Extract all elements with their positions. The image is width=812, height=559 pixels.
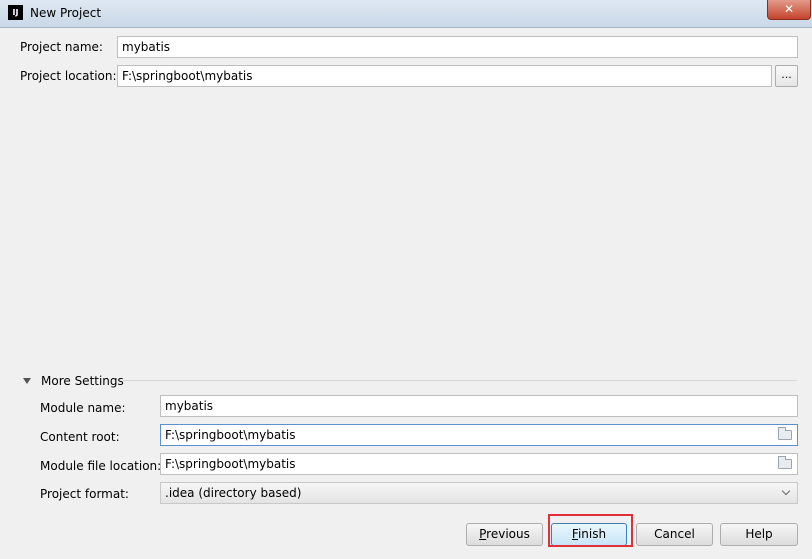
module-name-label: Module name: (40, 401, 126, 415)
chevron-down-icon (781, 486, 791, 496)
project-format-select[interactable]: .idea (directory based) (160, 482, 798, 504)
window-title: New Project (30, 6, 102, 20)
content-root-label: Content root: (40, 430, 120, 444)
title-bar: IJ New Project ✕ (0, 0, 812, 28)
section-divider (123, 380, 797, 381)
folder-icon[interactable] (778, 427, 792, 440)
content-root-input[interactable]: F:\springboot\mybatis (160, 424, 798, 446)
project-format-value: .idea (directory based) (165, 486, 302, 500)
folder-icon[interactable] (778, 456, 792, 469)
browse-location-button[interactable]: ... (775, 65, 798, 87)
cancel-button[interactable]: Cancel (636, 523, 713, 546)
content-root-value: F:\springboot\mybatis (165, 428, 296, 442)
module-file-location-input[interactable]: F:\springboot\mybatis (160, 453, 798, 475)
collapse-triangle-icon (23, 378, 31, 384)
project-format-label: Project format: (40, 487, 129, 501)
close-button[interactable]: ✕ (767, 0, 811, 20)
project-name-input[interactable]: mybatis (117, 36, 798, 58)
module-name-input[interactable]: mybatis (160, 395, 798, 417)
finish-button[interactable]: Finish (551, 523, 627, 546)
project-location-label: Project location: (20, 69, 117, 83)
help-button[interactable]: Help (720, 523, 798, 546)
module-file-location-value: F:\springboot\mybatis (165, 457, 296, 471)
previous-button[interactable]: Previous (466, 523, 543, 546)
intellij-icon: IJ (8, 5, 23, 20)
more-settings-label: More Settings (41, 374, 124, 388)
project-location-input[interactable]: F:\springboot\mybatis (117, 65, 772, 87)
module-file-location-label: Module file location: (40, 459, 162, 473)
new-project-dialog: Project name: mybatis Project location: … (7, 28, 805, 552)
project-name-label: Project name: (20, 40, 103, 54)
